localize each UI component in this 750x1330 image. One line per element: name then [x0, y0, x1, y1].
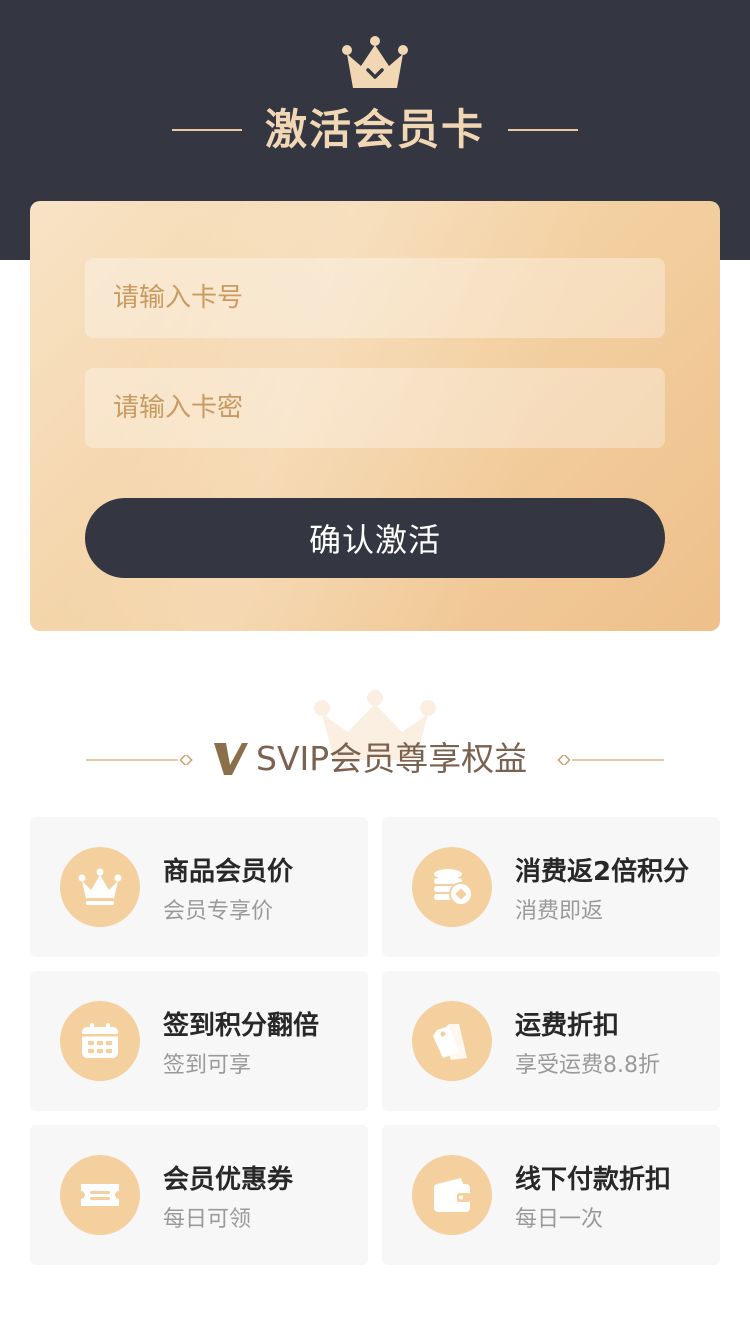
benefit-subtitle: 每日一次	[515, 1207, 604, 1232]
page-title-row: 激活会员卡	[0, 100, 750, 160]
card-number-input[interactable]	[85, 258, 665, 338]
benefit-signin-points[interactable]: 签到积分翻倍 签到可享	[30, 971, 368, 1111]
benefits-title: SVIP会员尊享权益	[256, 739, 528, 778]
benefit-subtitle: 消费即返	[515, 899, 604, 924]
benefit-member-coupon[interactable]: 会员优惠券 每日可领	[30, 1125, 368, 1265]
benefit-subtitle: 会员专享价	[163, 899, 274, 924]
confirm-activate-button[interactable]: 确认激活	[85, 498, 665, 578]
crown-icon	[60, 847, 140, 927]
benefit-shipping-discount[interactable]: 运费折扣 享受运费8.8折	[382, 971, 720, 1111]
ornament-right-icon	[557, 755, 664, 765]
card-password-input[interactable]	[85, 368, 665, 448]
ornament-left-icon	[86, 755, 193, 765]
benefit-title: 线下付款折扣	[515, 1165, 672, 1195]
member-card-activation-page: 激活会员卡 确认激活 SVIP会员尊享权益	[0, 0, 750, 1330]
title-divider-right	[508, 129, 578, 131]
benefit-double-points[interactable]: 消费返2倍积分 消费即返	[382, 817, 720, 957]
wallet-icon	[412, 1155, 492, 1235]
benefit-title: 签到积分翻倍	[163, 1011, 320, 1041]
benefit-title: 商品会员价	[163, 857, 294, 887]
v-badge-icon	[214, 743, 248, 775]
page-title: 激活会员卡	[264, 105, 485, 154]
benefit-title: 运费折扣	[515, 1011, 620, 1041]
title-divider-left	[172, 129, 242, 131]
benefit-title: 会员优惠券	[163, 1165, 294, 1195]
coupon-icon	[60, 1155, 140, 1235]
benefit-member-price[interactable]: 商品会员价 会员专享价	[30, 817, 368, 957]
benefit-subtitle: 每日可领	[163, 1207, 252, 1232]
crown-icon	[342, 36, 408, 88]
benefit-subtitle: 享受运费8.8折	[515, 1053, 660, 1078]
activation-card: 确认激活	[30, 201, 720, 631]
tag-icon	[412, 1001, 492, 1081]
benefit-title: 消费返2倍积分	[515, 857, 690, 887]
benefits-heading: SVIP会员尊享权益	[0, 730, 750, 788]
benefit-offline-payment-discount[interactable]: 线下付款折扣 每日一次	[382, 1125, 720, 1265]
calendar-icon	[60, 1001, 140, 1081]
benefit-subtitle: 签到可享	[163, 1053, 252, 1078]
coins-icon	[412, 847, 492, 927]
